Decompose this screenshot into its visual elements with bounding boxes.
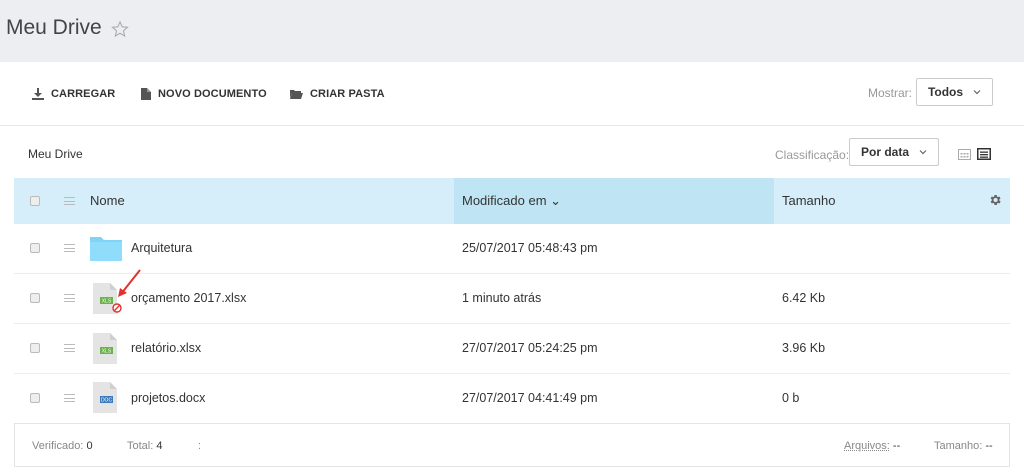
table-row[interactable]: XLS orçamento 2017.xlsx 1 minuto atrás 6… bbox=[14, 269, 1010, 324]
row-checkbox[interactable] bbox=[30, 293, 40, 303]
file-name[interactable]: projetos.docx bbox=[131, 391, 205, 405]
show-filter-dropdown[interactable]: Todos bbox=[916, 78, 993, 106]
svg-text:DOC: DOC bbox=[101, 398, 113, 404]
blocked-icon bbox=[112, 303, 122, 313]
file-modified: 27/07/2017 05:24:25 pm bbox=[462, 341, 598, 355]
drag-handle-icon[interactable] bbox=[64, 244, 75, 252]
size-value: -- bbox=[985, 440, 993, 452]
size-summary: Tamanho: -- bbox=[934, 440, 993, 452]
chevron-down-icon bbox=[919, 150, 927, 155]
footer-separator: : bbox=[198, 440, 202, 452]
files-summary[interactable]: Arquivos: -- bbox=[844, 440, 900, 452]
show-filter-label: Mostrar: bbox=[868, 86, 913, 100]
total-label: Total: bbox=[127, 440, 154, 452]
show-filter-value: Todos bbox=[927, 85, 964, 99]
files-label[interactable]: Arquivos: bbox=[844, 440, 890, 452]
table-header: Nome Modificado em ⌄ Tamanho bbox=[14, 178, 1010, 224]
toolbar: CARREGAR NOVO DOCUMENTO CRIAR PASTA Most… bbox=[0, 62, 1024, 126]
folder-icon bbox=[90, 237, 122, 261]
file-size: 3.96 Kb bbox=[782, 341, 826, 355]
file-name[interactable]: Arquitetura bbox=[131, 241, 192, 255]
file-name[interactable]: orçamento 2017.xlsx bbox=[131, 291, 246, 305]
page-header: Meu Drive bbox=[0, 0, 1024, 62]
column-size[interactable]: Tamanho bbox=[782, 193, 835, 208]
table-row[interactable]: DOC projetos.docx 27/07/2017 04:41:49 pm… bbox=[14, 374, 1010, 424]
verified-label: Verificado: bbox=[32, 440, 84, 452]
drag-handle-icon bbox=[64, 197, 75, 205]
drag-handle-icon[interactable] bbox=[64, 344, 75, 352]
grid-view-icon[interactable] bbox=[958, 149, 971, 160]
excel-file-icon: XLS bbox=[93, 333, 117, 364]
column-modified[interactable]: Modificado em ⌄ bbox=[462, 193, 561, 209]
file-modified: 27/07/2017 04:41:49 pm bbox=[462, 391, 598, 405]
sort-label: Classificação: bbox=[775, 148, 850, 162]
files-value: -- bbox=[892, 440, 901, 452]
upload-button[interactable]: CARREGAR bbox=[32, 86, 115, 102]
download-arrow-icon bbox=[32, 88, 44, 100]
select-all-checkbox[interactable] bbox=[30, 196, 40, 206]
new-folder-button[interactable]: CRIAR PASTA bbox=[290, 86, 385, 102]
folder-open-icon bbox=[290, 89, 303, 99]
chevron-down-icon bbox=[973, 90, 981, 95]
file-size: 6.42 Kb bbox=[782, 291, 826, 305]
new-folder-label: CRIAR PASTA bbox=[310, 88, 385, 100]
file-name[interactable]: relatório.xlsx bbox=[131, 341, 201, 355]
table-row[interactable]: Arquitetura 25/07/2017 05:48:43 pm bbox=[14, 224, 1010, 274]
drag-handle-icon[interactable] bbox=[64, 394, 75, 402]
total-value: 4 bbox=[156, 440, 163, 452]
main-panel: CARREGAR NOVO DOCUMENTO CRIAR PASTA Most… bbox=[0, 62, 1024, 473]
verified-value: 0 bbox=[86, 440, 93, 452]
page-title: Meu Drive bbox=[6, 16, 102, 39]
breadcrumb[interactable]: Meu Drive bbox=[28, 147, 83, 161]
size-label: Tamanho: bbox=[934, 440, 983, 452]
sort-dropdown[interactable]: Por data bbox=[849, 138, 939, 166]
drag-handle-icon[interactable] bbox=[64, 294, 75, 302]
total-count: Total: 4 bbox=[127, 440, 162, 452]
upload-label: CARREGAR bbox=[51, 88, 116, 100]
file-modified: 1 minuto atrás bbox=[462, 291, 542, 305]
word-file-icon: DOC bbox=[93, 382, 117, 413]
new-document-button[interactable]: NOVO DOCUMENTO bbox=[141, 86, 267, 102]
svg-text:XLS: XLS bbox=[102, 349, 112, 355]
document-icon bbox=[141, 88, 151, 100]
file-modified: 25/07/2017 05:48:43 pm bbox=[462, 241, 598, 255]
status-footer: Verificado: 0 Total: 4 : Arquivos: -- Ta… bbox=[14, 423, 1010, 467]
sort-value: Por data bbox=[860, 145, 909, 159]
row-checkbox[interactable] bbox=[30, 243, 40, 253]
file-size: 0 b bbox=[782, 391, 800, 405]
row-checkbox[interactable] bbox=[30, 393, 40, 403]
column-name[interactable]: Nome bbox=[90, 193, 125, 208]
file-table: Nome Modificado em ⌄ Tamanho Arquitetura… bbox=[14, 178, 1010, 424]
star-outline-icon[interactable] bbox=[111, 20, 129, 38]
svg-text:XLS: XLS bbox=[102, 299, 112, 305]
new-document-label: NOVO DOCUMENTO bbox=[158, 88, 267, 100]
gear-icon[interactable] bbox=[988, 193, 1002, 207]
table-row[interactable]: XLS relatório.xlsx 27/07/2017 05:24:25 p… bbox=[14, 324, 1010, 374]
row-checkbox[interactable] bbox=[30, 343, 40, 353]
verified-count: Verificado: 0 bbox=[32, 440, 93, 452]
list-view-icon[interactable] bbox=[977, 148, 991, 160]
